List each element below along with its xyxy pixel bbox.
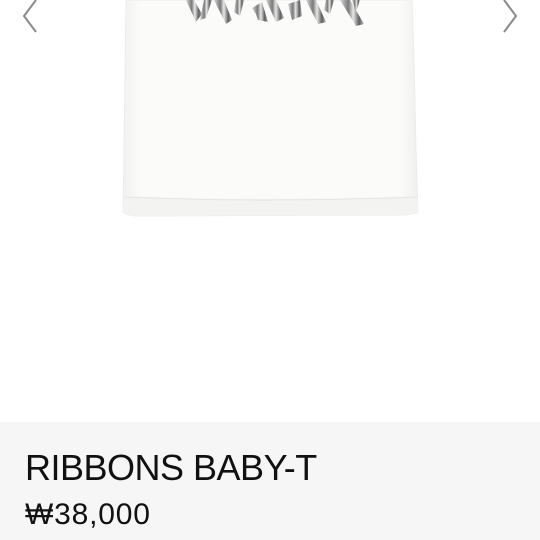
product-name: RIBBONS BABY-T xyxy=(25,447,317,488)
product-page: RIBBONS BABY-T ₩38,000 xyxy=(0,0,540,540)
previous-image-button[interactable] xyxy=(12,0,48,36)
next-image-button[interactable] xyxy=(492,0,528,36)
product-image xyxy=(122,0,419,217)
product-image-gallery[interactable] xyxy=(0,0,540,422)
product-price: ₩38,000 xyxy=(25,498,151,531)
product-info: RIBBONS BABY-T ₩38,000 xyxy=(0,422,540,540)
tshirt-body xyxy=(122,0,419,217)
chevron-left-icon xyxy=(22,0,37,33)
chevron-right-icon xyxy=(503,0,518,33)
